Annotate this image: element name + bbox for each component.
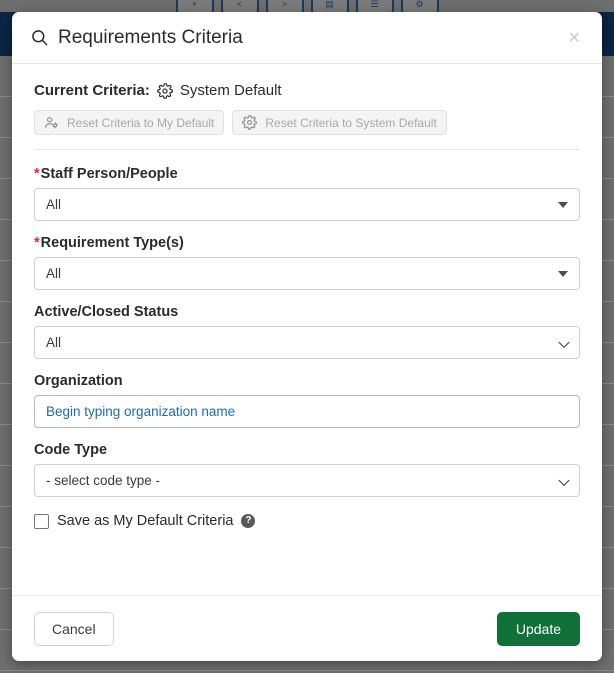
user-gear-icon bbox=[44, 115, 59, 130]
field-active-closed-status: Active/Closed Status All bbox=[34, 304, 580, 359]
save-default-criteria-row: Save as My Default Criteria ? bbox=[34, 513, 580, 529]
field-organization: Organization bbox=[34, 373, 580, 428]
close-icon[interactable]: × bbox=[564, 26, 584, 50]
reset-button-group: Reset Criteria to My Default Reset Crite… bbox=[34, 110, 580, 135]
field-label-text: Requirement Type(s) bbox=[40, 235, 184, 251]
active-closed-status-select[interactable]: All bbox=[34, 326, 580, 359]
field-code-type: Code Type - select code type - bbox=[34, 442, 580, 497]
dialog-body: Current Criteria: System Default Reset C… bbox=[12, 64, 602, 595]
field-staff-person: *Staff Person/People All bbox=[34, 166, 580, 221]
requirement-type-value: All bbox=[46, 266, 62, 281]
current-criteria: Current Criteria: System Default bbox=[34, 82, 580, 99]
reset-system-default-label: Reset Criteria to System Default bbox=[265, 115, 437, 130]
field-label-requirement-type: *Requirement Type(s) bbox=[34, 235, 580, 251]
code-type-wrap: - select code type - bbox=[34, 464, 580, 497]
dialog-header: Requirements Criteria × bbox=[12, 12, 602, 64]
field-label-staff-person: *Staff Person/People bbox=[34, 166, 580, 182]
requirement-type-select[interactable]: All bbox=[34, 257, 580, 290]
reset-criteria-to-system-default-button[interactable]: Reset Criteria to System Default bbox=[232, 110, 447, 135]
current-criteria-value: System Default bbox=[179, 82, 282, 99]
gear-icon bbox=[242, 115, 258, 130]
field-label-active-closed-status: Active/Closed Status bbox=[34, 304, 179, 320]
search-icon bbox=[30, 28, 49, 47]
requirements-criteria-dialog: Requirements Criteria × Current Criteria… bbox=[12, 12, 602, 661]
save-default-criteria-checkbox[interactable] bbox=[34, 513, 49, 529]
caret-down-icon bbox=[558, 270, 568, 277]
update-button[interactable]: Update bbox=[496, 611, 580, 646]
staff-person-value: All bbox=[46, 197, 62, 212]
save-default-criteria-label: Save as My Default Criteria bbox=[57, 513, 234, 529]
dialog-title-wrap: Requirements Criteria bbox=[30, 27, 564, 49]
field-requirement-type: *Requirement Type(s) All bbox=[34, 235, 580, 290]
field-label-organization: Organization bbox=[34, 373, 123, 389]
organization-input[interactable] bbox=[34, 395, 580, 428]
caret-down-icon bbox=[558, 201, 568, 208]
help-icon[interactable]: ? bbox=[241, 514, 256, 528]
page-title: Requirements Criteria bbox=[58, 26, 243, 48]
reset-criteria-to-my-default-button[interactable]: Reset Criteria to My Default bbox=[34, 110, 225, 135]
section-divider bbox=[34, 149, 580, 150]
current-criteria-label: Current Criteria: bbox=[34, 82, 150, 99]
required-indicator: * bbox=[34, 235, 40, 251]
cancel-button[interactable]: Cancel bbox=[34, 611, 114, 646]
code-type-select[interactable]: - select code type - bbox=[34, 464, 580, 497]
staff-person-select[interactable]: All bbox=[34, 188, 580, 221]
field-label-text: Staff Person/People bbox=[40, 166, 178, 182]
field-label-code-type: Code Type bbox=[34, 442, 108, 458]
active-closed-status-wrap: All bbox=[34, 326, 580, 359]
gear-icon bbox=[156, 82, 173, 99]
dialog-footer: Cancel Update bbox=[12, 595, 602, 661]
reset-my-default-label: Reset Criteria to My Default bbox=[67, 115, 215, 130]
required-indicator: * bbox=[34, 166, 40, 182]
